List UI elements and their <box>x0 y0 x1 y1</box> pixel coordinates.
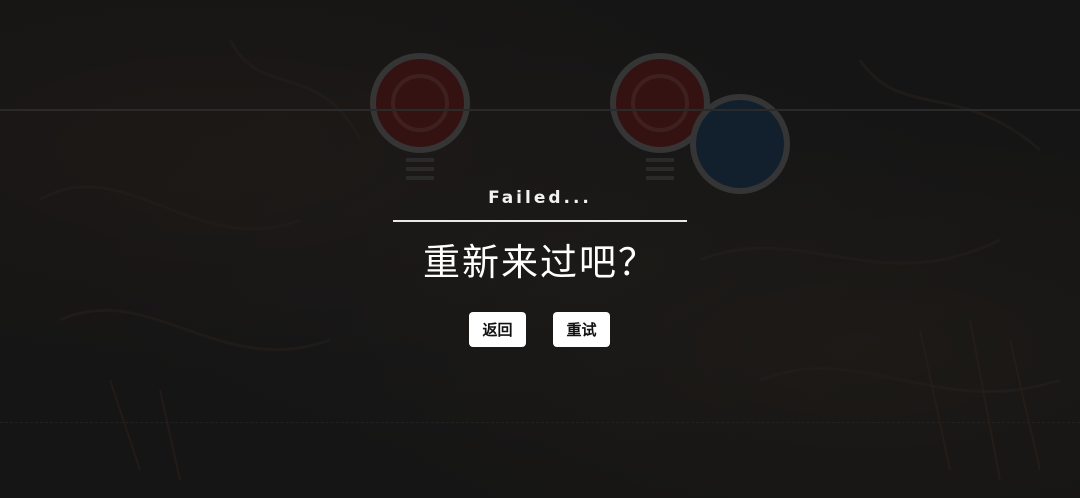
result-title: Failed... <box>488 188 592 208</box>
retry-prompt: 重新来过吧？ <box>423 241 657 284</box>
retry-button[interactable]: 重试 <box>553 312 610 347</box>
title-divider <box>393 220 687 222</box>
back-button[interactable]: 返回 <box>469 312 526 347</box>
fail-dialog: Failed... 重新来过吧？ 返回 重试 <box>0 0 1080 498</box>
game-stage: Failed... 重新来过吧？ 返回 重试 <box>0 0 1080 498</box>
